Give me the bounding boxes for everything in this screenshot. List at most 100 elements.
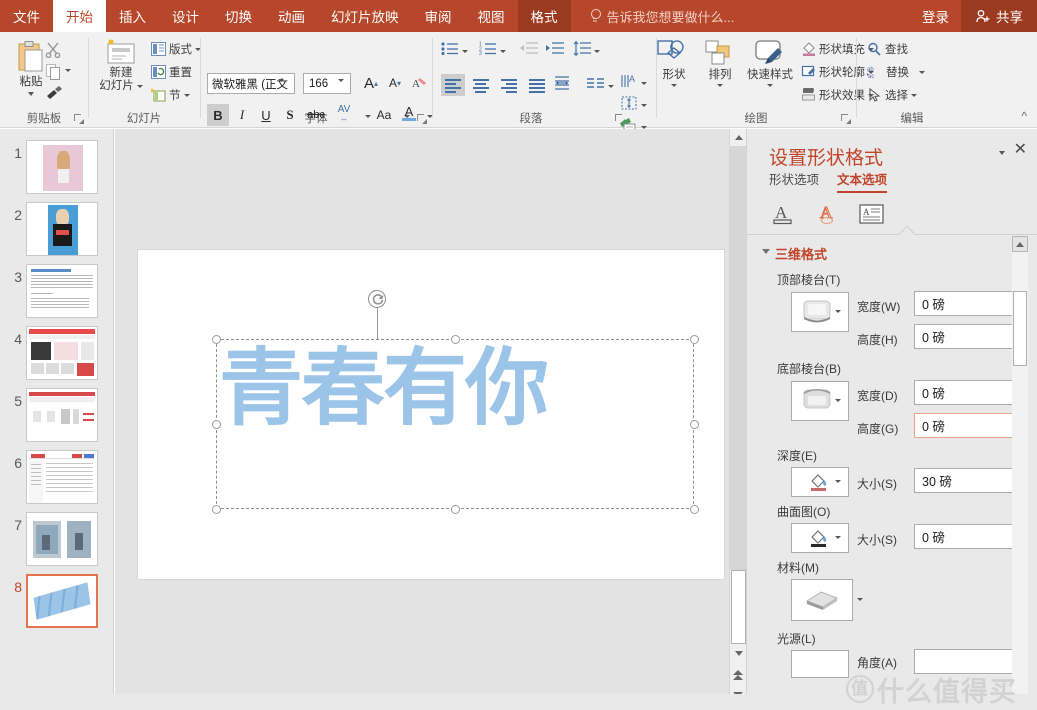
text-shadow-button[interactable]: S [279, 104, 301, 126]
textbox-tab[interactable]: A [853, 197, 891, 231]
share-button[interactable]: 共享 [961, 0, 1037, 32]
input-contour-size[interactable]: 0 磅 [914, 524, 1018, 549]
canvas-vertical-scrollbar[interactable] [729, 129, 747, 710]
decrease-font-size-button[interactable]: A ▾ [384, 72, 406, 94]
strikethrough-button[interactable]: abc [303, 104, 329, 126]
layout-button[interactable]: 版式 [151, 41, 201, 57]
scroll-down-button[interactable] [730, 645, 747, 662]
input-lighting-angle[interactable] [914, 649, 1018, 674]
bold-button[interactable]: B [207, 104, 229, 126]
tab-design[interactable]: 设计 [159, 0, 212, 32]
thumbnail-slide-2[interactable]: 2 [0, 199, 113, 261]
collapse-ribbon-button[interactable]: ^ [1021, 109, 1027, 123]
top-bevel-chevron-down-icon[interactable] [835, 310, 841, 313]
pane-vertical-scrollbar[interactable] [1012, 236, 1028, 710]
input-bottom-bevel-width[interactable]: 0 磅 [914, 380, 1018, 405]
handle-bottom-left[interactable] [211, 504, 221, 514]
slide-preview[interactable] [26, 388, 98, 442]
handle-middle-right[interactable] [689, 419, 699, 429]
font-size-input[interactable]: 166 [303, 73, 351, 94]
align-center-button[interactable] [469, 74, 493, 96]
pane-dropdown-icon[interactable] [999, 151, 1005, 155]
copy-button[interactable] [45, 63, 71, 83]
font-color-button[interactable]: A [398, 102, 420, 124]
depth-chevron-down-icon[interactable] [835, 480, 841, 483]
handle-top-right[interactable] [689, 334, 699, 344]
align-text-button[interactable] [620, 95, 638, 114]
numbering-button[interactable]: 1 2 3 [479, 41, 497, 59]
sign-in-button[interactable]: 登录 [910, 0, 961, 32]
pane-scroll-up-button[interactable] [1012, 236, 1028, 252]
new-slide-button[interactable]: 新建 幻灯片 [96, 39, 146, 93]
pane-scroll-thumb[interactable] [1013, 291, 1027, 366]
thumbnail-slide-4[interactable]: 4 [0, 323, 113, 385]
bullets-button[interactable] [441, 41, 459, 59]
reset-button[interactable]: 重置 [151, 64, 192, 80]
shapes-button[interactable]: 形状 [651, 39, 697, 87]
contour-chevron-down-icon[interactable] [835, 536, 841, 539]
selected-text-shape[interactable]: 青春有你 [216, 339, 694, 509]
distribute-button[interactable] [553, 74, 577, 96]
tab-text-options[interactable]: 文本选项 [837, 169, 888, 193]
line-spacing-chevron-down-icon[interactable] [594, 44, 600, 58]
text-fill-outline-tab[interactable]: A [765, 197, 803, 231]
tab-format[interactable]: 格式 [517, 0, 571, 32]
bottom-bevel-chevron-down-icon[interactable] [835, 399, 841, 402]
quick-styles-button[interactable]: 快速样式 [741, 39, 799, 87]
slide-preview[interactable] [26, 326, 98, 380]
drawing-dialog-launcher[interactable] [841, 114, 852, 125]
thumbnail-slide-1[interactable]: 1 [0, 137, 113, 199]
thumbnail-slide-8[interactable]: 8 [0, 571, 113, 633]
handle-top-center[interactable] [450, 334, 460, 344]
text-effects-tab-active[interactable]: A [809, 197, 847, 231]
increase-indent-button[interactable] [545, 41, 564, 59]
tab-file[interactable]: 文件 [0, 0, 53, 32]
material-chevron-down-icon[interactable] [857, 598, 863, 601]
handle-middle-left[interactable] [211, 419, 221, 429]
section-button[interactable]: 节 [151, 87, 190, 103]
slide-canvas[interactable]: 青春有你 [137, 249, 725, 580]
select-button[interactable]: 选择 [867, 87, 917, 103]
underline-button[interactable]: U [255, 104, 277, 126]
section-expand-icon[interactable] [762, 249, 770, 254]
input-top-bevel-height[interactable]: 0 磅 [914, 324, 1018, 349]
material-gallery[interactable] [791, 579, 853, 621]
slide-preview[interactable] [26, 450, 98, 504]
tell-me-search[interactable]: 告诉我您想要做什么... [579, 0, 745, 32]
slide-preview[interactable] [26, 512, 98, 566]
slide-preview[interactable] [26, 202, 98, 256]
clear-formatting-button[interactable]: A [408, 72, 430, 94]
line-spacing-button[interactable] [573, 40, 591, 59]
tab-insert[interactable]: 插入 [106, 0, 159, 32]
bullets-chevron-down-icon[interactable] [462, 44, 468, 58]
slide-preview[interactable] [26, 264, 98, 318]
scroll-track-upper[interactable] [730, 146, 747, 570]
clipboard-dialog-launcher[interactable] [74, 114, 85, 125]
tab-animations[interactable]: 动画 [265, 0, 318, 32]
thumbnail-slide-5[interactable]: 5 [0, 385, 113, 447]
tab-view[interactable]: 视图 [465, 0, 518, 32]
italic-button[interactable]: I [231, 104, 253, 126]
columns-chevron-down-icon[interactable] [608, 79, 614, 93]
thumbnail-slide-3[interactable]: 3 [0, 261, 113, 323]
increase-font-size-button[interactable]: A ▴ [360, 72, 382, 94]
text-direction-button[interactable]: A [620, 73, 638, 92]
tab-shape-options[interactable]: 形状选项 [769, 169, 819, 193]
rotate-handle[interactable] [368, 290, 386, 308]
input-top-bevel-width[interactable]: 0 磅 [914, 291, 1018, 316]
handle-bottom-right[interactable] [689, 504, 699, 514]
scroll-up-button[interactable] [730, 129, 747, 146]
numbering-chevron-down-icon[interactable] [500, 44, 506, 58]
slide-canvas-area[interactable]: 青春有你 [115, 129, 729, 710]
tab-transitions[interactable]: 切换 [212, 0, 265, 32]
handle-bottom-center[interactable] [450, 504, 460, 514]
previous-slide-button[interactable] [730, 667, 747, 684]
slide-preview[interactable] [26, 140, 98, 194]
replace-button[interactable]: ab ac 替换 [867, 64, 925, 80]
columns-button[interactable] [587, 77, 605, 94]
slide-preview-selected[interactable] [26, 574, 98, 628]
decrease-indent-button[interactable] [519, 41, 538, 59]
tab-review[interactable]: 审阅 [412, 0, 465, 32]
lighting-gallery[interactable] [791, 650, 849, 678]
arrange-button[interactable]: 排列 [697, 39, 743, 87]
